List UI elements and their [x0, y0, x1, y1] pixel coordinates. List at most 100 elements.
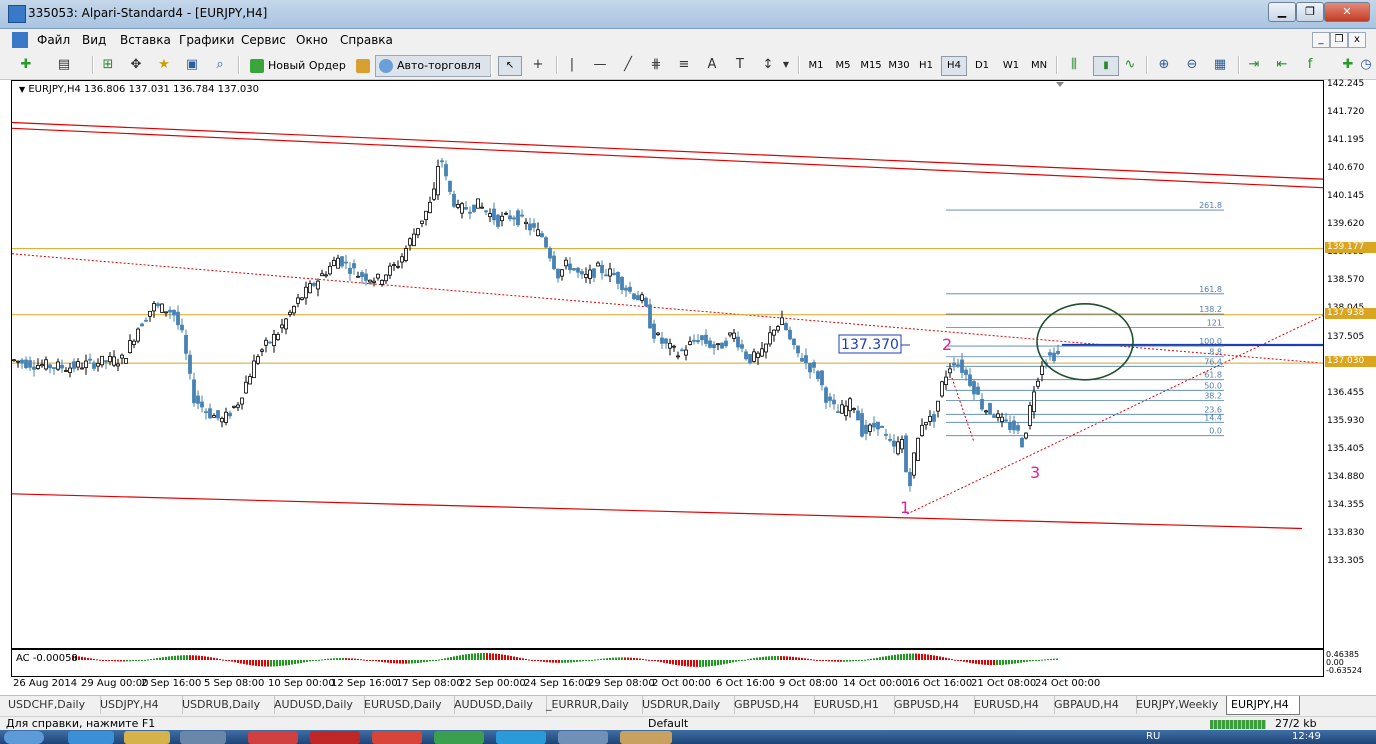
candle-body [524, 221, 528, 225]
ac-bar [330, 658, 332, 660]
chart-tab[interactable]: USDRUB,Daily [178, 696, 275, 714]
menu-help[interactable]: Справка [340, 33, 393, 47]
chart-tab[interactable]: GBPUSD,H4 [890, 696, 975, 714]
chart-window-icon[interactable] [12, 32, 28, 48]
strategy-tester-icon[interactable]: ⌕ [212, 57, 228, 73]
tf-d1[interactable]: D1 [970, 56, 994, 76]
bar-chart-icon[interactable]: ⫼ [1066, 57, 1082, 73]
menu-insert[interactable]: Вставка [120, 33, 171, 47]
autotrading-button[interactable]: Авто-торговля [375, 55, 491, 77]
candlestick-chart[interactable]: 261.8 161.8 138.2 121 100.0 8.876.4 61.850.038… [12, 81, 1323, 648]
vertical-line-icon[interactable]: | [564, 57, 580, 73]
ie-taskbar-icon[interactable] [68, 731, 114, 744]
tile-windows-icon[interactable]: ▦ [1212, 57, 1228, 73]
tf-mn[interactable]: MN [1026, 56, 1052, 76]
new-chart-icon[interactable]: ✚ [18, 57, 34, 73]
mdi-minimize-button[interactable]: _ [1312, 32, 1330, 48]
new-order-button[interactable]: Новый Ордер [246, 55, 350, 77]
line-chart-icon[interactable]: ∿ [1122, 57, 1138, 73]
chart-tab[interactable]: USDCHF,Daily [4, 696, 101, 714]
tf-m1[interactable]: M1 [804, 56, 828, 76]
minimize-button[interactable]: ▁ [1268, 2, 1296, 22]
chart-tab[interactable]: AUDUSD,Daily [450, 696, 547, 714]
navigator-icon[interactable]: ★ [156, 57, 172, 73]
app-taskbar-icon[interactable] [180, 731, 226, 744]
ac-indicator-panel[interactable] [11, 649, 1324, 677]
chart-menu-triangle-icon[interactable]: ▼ [19, 85, 25, 94]
candle-body [396, 265, 400, 268]
chart-tab[interactable]: EURUSD,Daily [360, 696, 455, 714]
fibonacci-icon[interactable]: ≡ [676, 57, 692, 73]
opera-taskbar-icon[interactable] [310, 731, 360, 744]
candle-body [104, 360, 108, 363]
zoom-out-icon[interactable]: ⊖ [1184, 57, 1200, 73]
skype-taskbar-icon[interactable] [496, 731, 546, 744]
tf-h1[interactable]: H1 [914, 56, 938, 76]
tf-h4[interactable]: H4 [941, 56, 967, 76]
chart-tab[interactable]: EURUSD,H1 [810, 696, 895, 714]
menu-file[interactable]: Файл [37, 33, 70, 47]
periods-icon[interactable]: ◷ [1358, 57, 1374, 73]
cursor-tool-icon[interactable]: ↖ [498, 56, 522, 76]
chart-tab[interactable]: EURJPY,Weekly [1132, 696, 1231, 714]
ac-bar [441, 658, 443, 660]
ac-bar [171, 656, 173, 660]
mdi-restore-button[interactable]: ❐ [1330, 32, 1348, 48]
auto-scroll-icon[interactable]: ⇥ [1246, 57, 1262, 73]
candle-body [1052, 352, 1056, 361]
ac-bar [873, 658, 875, 660]
chart-tab[interactable]: USDJPY,H4 [96, 696, 183, 714]
menu-tools[interactable]: Сервис [241, 33, 286, 47]
crosshair-tool-icon[interactable]: + [530, 57, 546, 73]
window-taskbar-icon[interactable] [558, 731, 608, 744]
text-label-icon[interactable]: T [732, 57, 748, 73]
tf-m15[interactable]: M15 [857, 56, 885, 76]
price-chart[interactable]: 261.8 161.8 138.2 121 100.0 8.8 76.4 61.8 50.0 38… [11, 80, 1324, 649]
ac-bar [843, 660, 845, 662]
chart-shift-icon[interactable]: ⇤ [1274, 57, 1290, 73]
taskbar-clock[interactable]: 12:49 [1292, 732, 1321, 742]
chart-tab[interactable]: USDRUR,Daily [638, 696, 735, 714]
ac-bar [327, 658, 329, 660]
zoom-in-icon[interactable]: ⊕ [1156, 57, 1172, 73]
close-button[interactable]: ✕ [1324, 2, 1370, 22]
menu-charts[interactable]: Графики [179, 33, 234, 47]
utorrent-taskbar-icon[interactable] [434, 731, 484, 744]
tf-m5[interactable]: M5 [830, 56, 856, 76]
arrows-icon[interactable]: ↕ [760, 57, 776, 73]
tf-m30[interactable]: M30 [885, 56, 913, 76]
toolbar: ✚ ▤ ⊞ ✥ ★ ▣ ⌕ Новый Ордер Авто-торговля … [0, 51, 1376, 80]
chart-tab[interactable]: GBPAUD,H4 [1050, 696, 1137, 714]
chart-tab[interactable]: EURJPY,H4 [1226, 696, 1300, 715]
chrome-taskbar-icon[interactable] [372, 731, 422, 744]
market-watch-icon[interactable]: ⊞ [100, 57, 116, 73]
chart-tab[interactable]: GBPUSD,H4 [730, 696, 815, 714]
explorer-taskbar-icon[interactable] [124, 731, 170, 744]
data-window-icon[interactable]: ✥ [128, 57, 144, 73]
chart-tab[interactable]: AUDUSD,Daily [270, 696, 365, 714]
trendline-icon[interactable]: ╱ [620, 57, 636, 73]
mdi-close-button[interactable]: x [1348, 32, 1366, 48]
candlestick-chart-icon[interactable]: ▮ [1093, 56, 1119, 76]
price-scale[interactable]: 142.245 141.720 141.195 140.670 140.145 139.6… [1323, 79, 1376, 680]
arrows-dropdown-icon[interactable]: ▼ [778, 57, 794, 73]
metatrader-taskbar-icon[interactable] [620, 731, 672, 744]
indicators-add-icon[interactable]: ✚ [1340, 57, 1356, 73]
menu-view[interactable]: Вид [82, 33, 106, 47]
menu-window[interactable]: Окно [296, 33, 328, 47]
maximize-button[interactable]: ❐ [1296, 2, 1324, 22]
chart-tab[interactable]: EURUSD,H4 [970, 696, 1055, 714]
start-button-icon[interactable] [4, 731, 44, 744]
chart-tab[interactable]: _EURRUR,Daily [542, 696, 643, 714]
taskbar-language[interactable]: RU [1146, 732, 1160, 742]
security-taskbar-icon[interactable] [248, 731, 298, 744]
channel-icon[interactable]: ⋕ [648, 57, 664, 73]
indicators-icon[interactable]: f [1302, 57, 1318, 73]
candle-body [384, 274, 388, 282]
profiles-icon[interactable]: ▤ [56, 57, 72, 73]
candle-body [720, 342, 724, 349]
horizontal-line-icon[interactable]: — [592, 57, 608, 73]
text-icon[interactable]: A [704, 57, 720, 73]
terminal-icon[interactable]: ▣ [184, 57, 200, 73]
tf-w1[interactable]: W1 [998, 56, 1024, 76]
